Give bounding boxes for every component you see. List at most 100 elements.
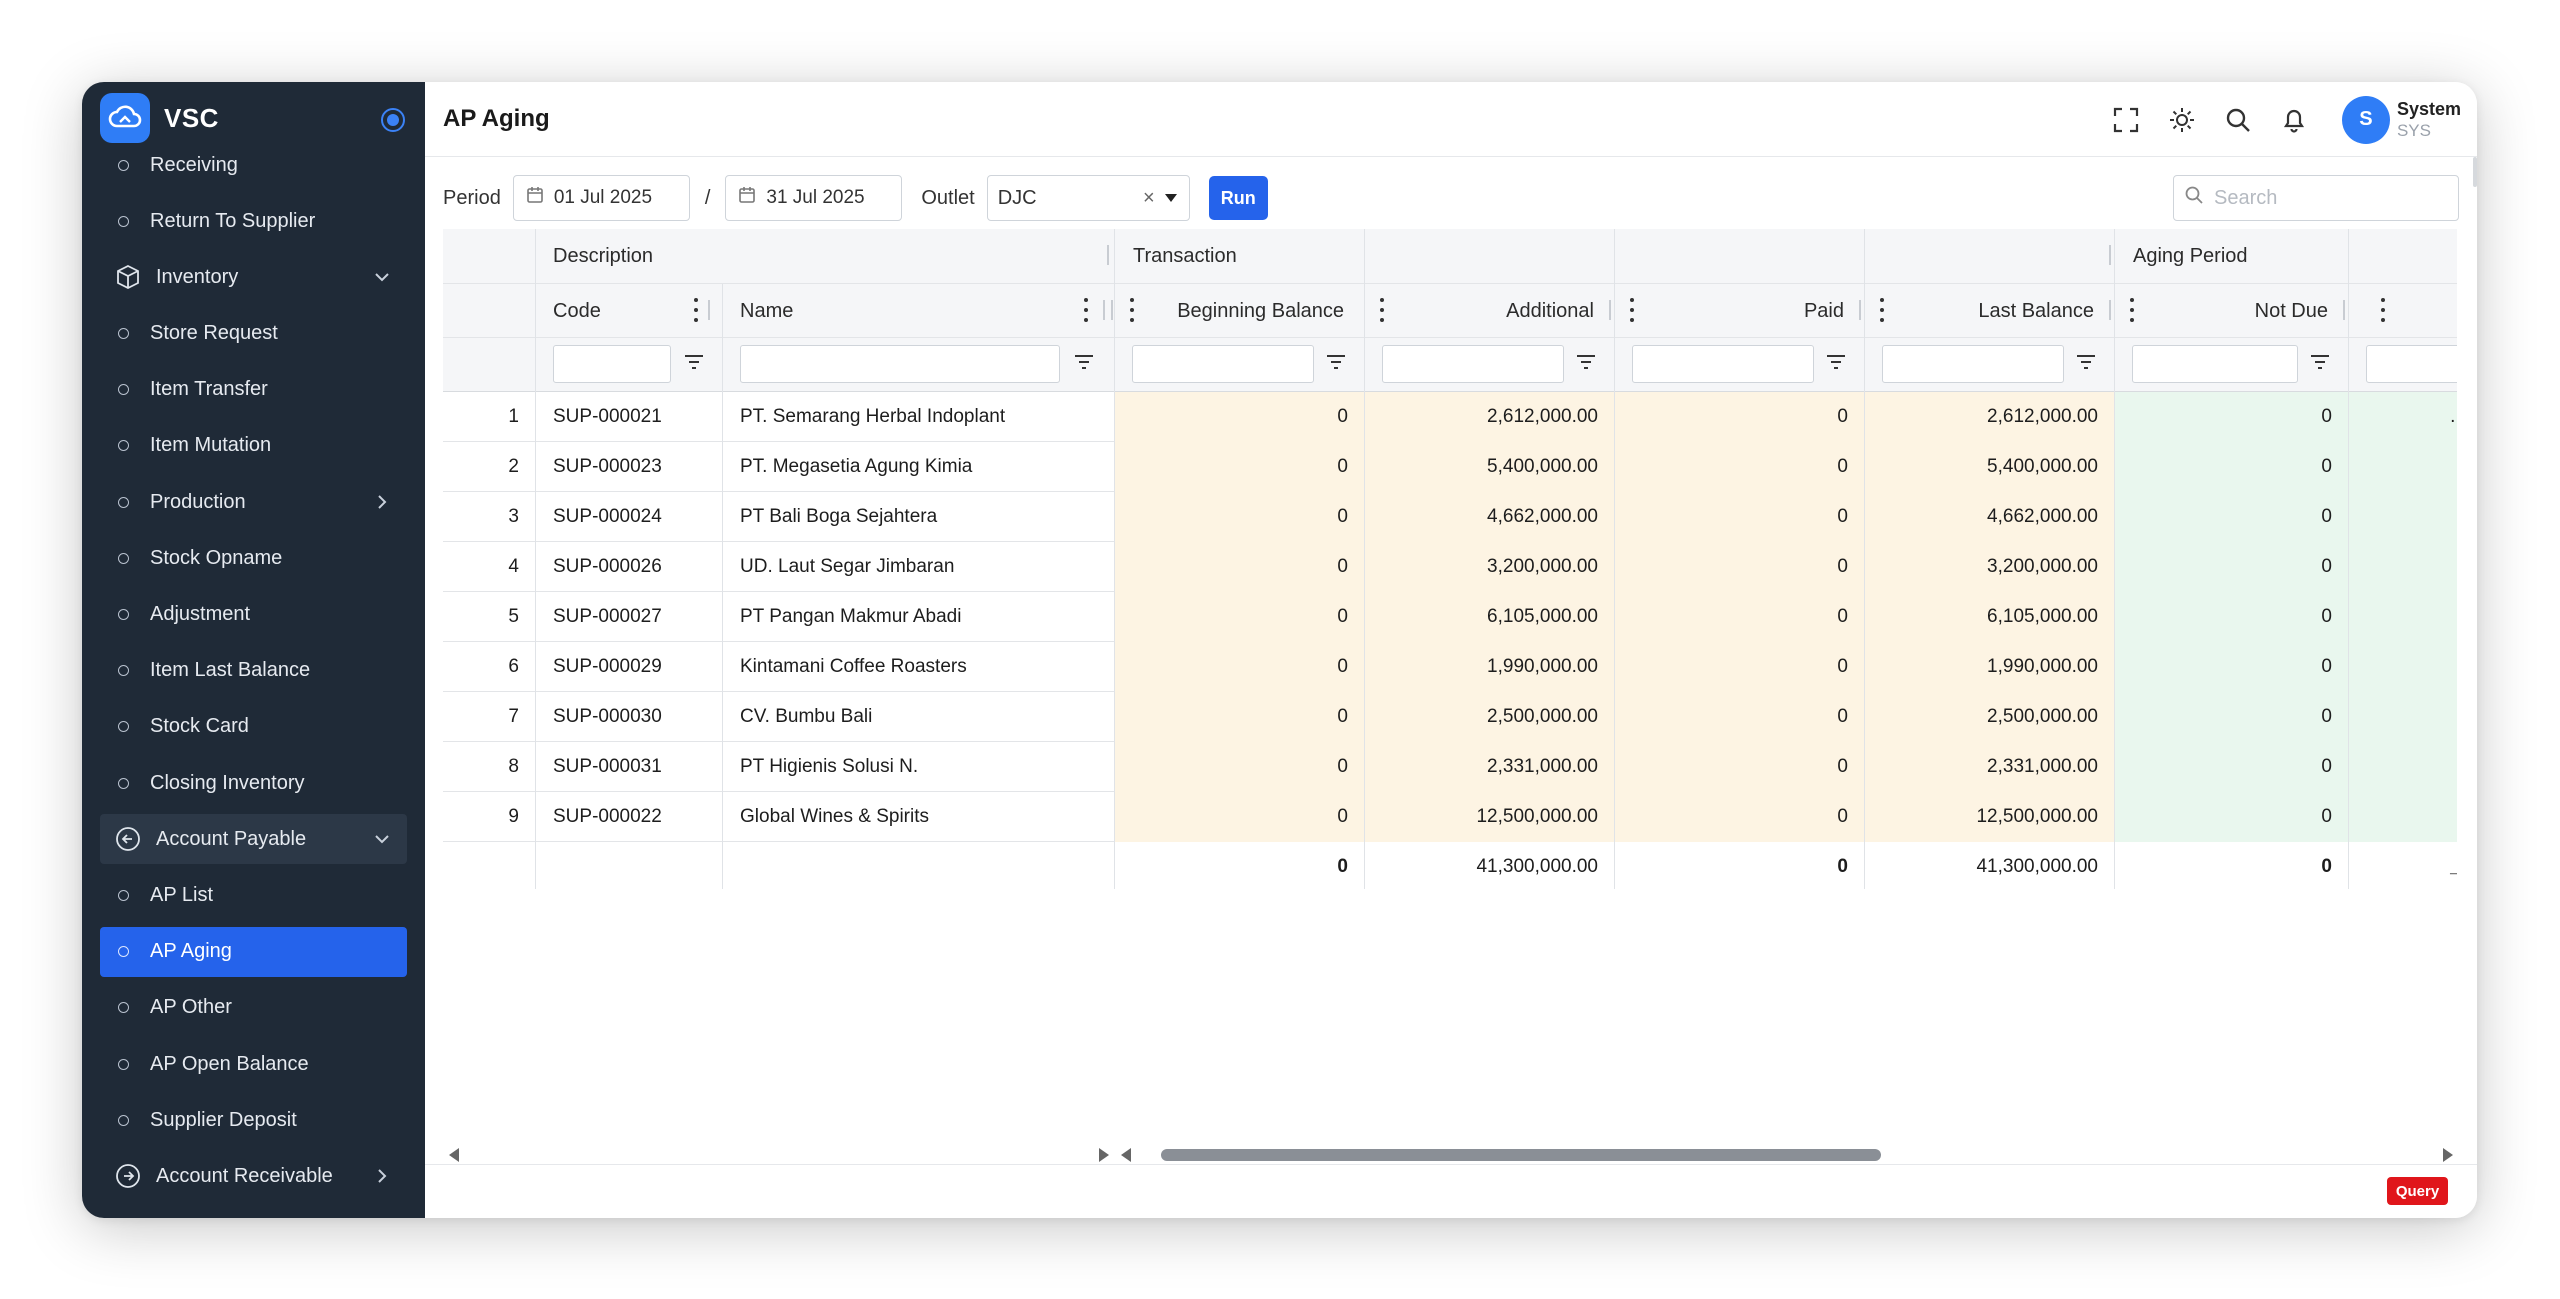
vertical-scrollbar[interactable]	[2473, 157, 2477, 187]
table-row[interactable]: 4 SUP-000026 UD. Laut Segar Jimbaran 0 3,200…	[443, 542, 2457, 592]
sidebar-nav: Receiving Return To Supplier Inventory Stor…	[82, 140, 425, 1208]
column-menu-icon[interactable]	[1083, 298, 1089, 322]
table-row[interactable]: 1 SUP-000021 PT. Semarang Herbal Indoplant…	[443, 392, 2457, 442]
sidebar-item-account-receivable[interactable]: Account Receivable	[100, 1151, 407, 1201]
column-filter-input[interactable]	[740, 345, 1060, 383]
scroll-left-icon[interactable]	[1121, 1148, 1131, 1162]
column-filter-input[interactable]	[2366, 345, 2457, 383]
chevron-down-icon[interactable]	[371, 266, 393, 288]
column-header-last[interactable]: Last Balance	[1978, 300, 2094, 323]
column-menu-icon[interactable]	[1879, 298, 1885, 322]
table-row[interactable]: 2 SUP-000023 PT. Megasetia Agung Kimia 0 5,4…	[443, 442, 2457, 492]
scroll-right-icon[interactable]	[1099, 1148, 1109, 1162]
arrow-left-circle-icon	[114, 825, 142, 853]
bullet-icon	[118, 159, 129, 171]
sidebar-item-store-request[interactable]: Store Request	[100, 309, 407, 359]
sidebar-item-ap-aging[interactable]: AP Aging	[100, 926, 407, 977]
outlet-select[interactable]: DJC ×	[986, 175, 1190, 221]
sidebar-item-ap-open-balance[interactable]: AP Open Balance	[100, 1039, 407, 1089]
sidebar-item-stock-card[interactable]: Stock Card	[100, 702, 407, 752]
sidebar-item-supplier-deposit[interactable]: Supplier Deposit	[100, 1095, 407, 1145]
sidebar-item-ap-list[interactable]: AP List	[100, 870, 407, 920]
filter-icon[interactable]	[2309, 352, 2331, 372]
sidebar-item-closing-inventory[interactable]: Closing Inventory	[100, 758, 407, 808]
clear-icon[interactable]: ×	[1143, 187, 1155, 210]
column-menu-icon[interactable]	[2380, 298, 2386, 322]
cell-beginning: 0	[1337, 406, 1348, 427]
scroll-thumb[interactable]	[1161, 1149, 1881, 1161]
column-divider[interactable]	[2343, 300, 2345, 320]
avatar[interactable]: S	[2341, 95, 2390, 144]
column-menu-icon[interactable]	[693, 298, 699, 322]
column-header-beginning[interactable]: Beginning Balance	[1177, 300, 1344, 323]
table-row[interactable]: 8 SUP-000031 PT Higienis Solusi N. 0 2,331,0…	[443, 742, 2457, 792]
sidebar-item-stock-opname[interactable]: Stock Opname	[100, 533, 407, 583]
column-header-code[interactable]: Code	[553, 300, 601, 323]
chevron-right-icon[interactable]	[371, 491, 393, 513]
sidebar-item-receiving[interactable]: Receiving	[100, 140, 407, 190]
date-from-input[interactable]: 01 Jul 2025	[512, 175, 690, 221]
search-input[interactable]	[2214, 186, 2444, 210]
query-button[interactable]: Query	[2387, 1177, 2448, 1205]
filter-icon[interactable]	[1825, 352, 1847, 372]
search-icon[interactable]	[2222, 104, 2254, 136]
table-row[interactable]: 3 SUP-000024 PT Bali Boga Sejahtera 0 4,662,…	[443, 492, 2457, 542]
sidebar-item-account-payable[interactable]: Account Payable	[100, 814, 407, 865]
column-header-not-due[interactable]: Not Due	[2255, 300, 2328, 323]
sidebar-item-production[interactable]: Production	[100, 477, 407, 527]
sidebar-item-adjustment[interactable]: Adjustment	[100, 590, 407, 640]
sidebar-item-item-mutation[interactable]: Item Mutation	[100, 421, 407, 471]
column-divider[interactable]	[2109, 300, 2111, 320]
sidebar-item-item-last-balance[interactable]: Item Last Balance	[100, 646, 407, 696]
column-divider[interactable]	[1111, 300, 1113, 320]
group-divider	[1107, 245, 1109, 265]
chevron-right-icon[interactable]	[371, 1165, 393, 1187]
filter-icon[interactable]	[1325, 352, 1347, 372]
sidebar-item-ap-other[interactable]: AP Other	[100, 983, 407, 1033]
chevron-down-icon[interactable]	[371, 828, 393, 850]
scroll-left-icon[interactable]	[449, 1148, 459, 1162]
table-row[interactable]: 5 SUP-000027 PT Pangan Makmur Abadi 0 6,105,…	[443, 592, 2457, 642]
sidebar-item-item-transfer[interactable]: Item Transfer	[100, 365, 407, 415]
cell-no: 5	[508, 606, 519, 627]
fullscreen-icon[interactable]	[2110, 104, 2142, 136]
caret-down-icon[interactable]	[1164, 194, 1177, 202]
page-title: AP Aging	[443, 105, 550, 132]
column-header-paid[interactable]: Paid	[1804, 300, 1844, 323]
column-menu-icon[interactable]	[1379, 298, 1385, 322]
date-to-value: 31 Jul 2025	[766, 187, 865, 208]
filter-icon[interactable]	[1575, 352, 1597, 372]
column-menu-icon[interactable]	[2129, 298, 2135, 322]
column-menu-icon[interactable]	[1629, 298, 1635, 322]
theme-sun-icon[interactable]	[2166, 104, 2198, 136]
search-box[interactable]	[2173, 175, 2459, 221]
table-row[interactable]: 6 SUP-000029 Kintamani Coffee Roasters 0 1,9…	[443, 642, 2457, 692]
column-header-name[interactable]: Name	[740, 300, 793, 323]
run-button[interactable]: Run	[1208, 176, 1268, 220]
sidebar-toggle-icon[interactable]	[381, 108, 405, 132]
user-menu[interactable]: S System SYS	[2341, 95, 2461, 144]
column-filter-input[interactable]	[2132, 345, 2298, 383]
column-menu-icon[interactable]	[1129, 298, 1135, 322]
column-filter-input[interactable]	[1382, 345, 1564, 383]
column-filter-input[interactable]	[1882, 345, 2064, 383]
column-divider[interactable]	[1609, 300, 1611, 320]
column-filter-input[interactable]	[553, 345, 671, 383]
date-to-input[interactable]: 31 Jul 2025	[725, 175, 903, 221]
table-row[interactable]: 7 SUP-000030 CV. Bumbu Bali 0 2,500,000.00 0 2…	[443, 692, 2457, 742]
table-row[interactable]: 9 SUP-000022 Global Wines & Spirits 0 12,500…	[443, 792, 2457, 842]
horizontal-scrollbar[interactable]	[443, 1143, 2457, 1165]
sidebar-item-return-to-supplier[interactable]: Return To Supplier	[100, 196, 407, 246]
column-divider[interactable]	[1103, 300, 1105, 320]
filter-icon[interactable]	[2075, 352, 2097, 372]
column-filter-input[interactable]	[1132, 345, 1314, 383]
sidebar-item-inventory[interactable]: Inventory	[100, 252, 407, 302]
column-header-additional[interactable]: Additional	[1506, 300, 1594, 323]
scroll-right-icon[interactable]	[2443, 1148, 2453, 1162]
filter-icon[interactable]	[683, 352, 705, 372]
filter-icon[interactable]	[1073, 352, 1095, 372]
column-divider[interactable]	[1859, 300, 1861, 320]
column-divider[interactable]	[708, 300, 710, 320]
bell-icon[interactable]	[2278, 104, 2310, 136]
column-filter-input[interactable]	[1632, 345, 1814, 383]
